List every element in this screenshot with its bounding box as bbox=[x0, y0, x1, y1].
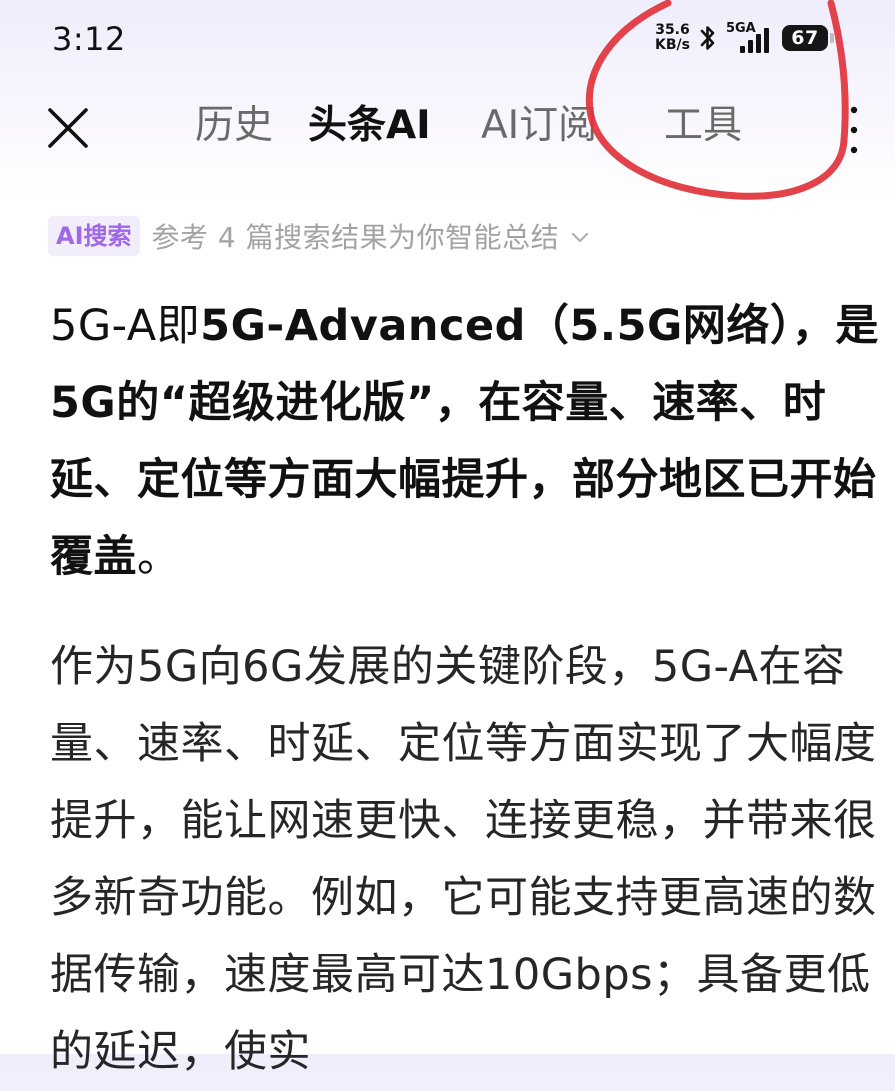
signal-indicator: 5GA bbox=[726, 21, 770, 55]
close-icon[interactable] bbox=[44, 104, 92, 152]
nav-bar: 历史 头条AI AI订阅 工具 bbox=[0, 90, 895, 165]
answer-content: 5G-A即5G-Advanced（5.5G网络），是5G的“超级进化版”，在容量… bbox=[50, 288, 880, 1091]
status-time: 3:12 bbox=[52, 20, 126, 58]
signal-icon bbox=[739, 28, 769, 53]
more-vertical-icon[interactable] bbox=[846, 100, 862, 160]
ai-summary-text: 参考 4 篇搜索结果为你智能总结 bbox=[151, 221, 560, 254]
battery-level: 67 bbox=[791, 27, 819, 49]
ai-summary-row[interactable]: AI搜索 参考 4 篇搜索结果为你智能总结 bbox=[48, 213, 591, 259]
battery-icon: 67 bbox=[781, 25, 828, 51]
lead-prefix: 5G-A即 bbox=[50, 301, 201, 351]
tab-ai-subscription[interactable]: AI订阅 bbox=[481, 98, 597, 154]
lead-suffix: 。 bbox=[137, 532, 181, 582]
ai-search-badge: AI搜索 bbox=[48, 216, 140, 256]
chevron-down-icon[interactable] bbox=[569, 227, 591, 249]
network-speed: 35.6 KB/s bbox=[655, 23, 690, 53]
status-bar: 3:12 35.6 KB/s 5GA 67 bbox=[0, 0, 895, 80]
answer-lead: 5G-A即5G-Advanced（5.5G网络），是5G的“超级进化版”，在容量… bbox=[50, 288, 880, 596]
tab-tools[interactable]: 工具 bbox=[664, 98, 742, 154]
answer-body: 作为5G向6G发展的关键阶段，5G-A在容量、速率、时延、定位等方面实现了大幅度… bbox=[50, 642, 877, 1077]
status-icons: 35.6 KB/s 5GA 67 bbox=[655, 20, 834, 56]
network-speed-unit: KB/s bbox=[655, 37, 690, 53]
bluetooth-icon bbox=[700, 26, 715, 50]
tab-history[interactable]: 历史 bbox=[195, 98, 273, 154]
network-speed-value: 35.6 bbox=[655, 22, 690, 38]
tab-toutiao-ai[interactable]: 头条AI bbox=[308, 98, 431, 154]
battery-tip bbox=[829, 33, 834, 43]
